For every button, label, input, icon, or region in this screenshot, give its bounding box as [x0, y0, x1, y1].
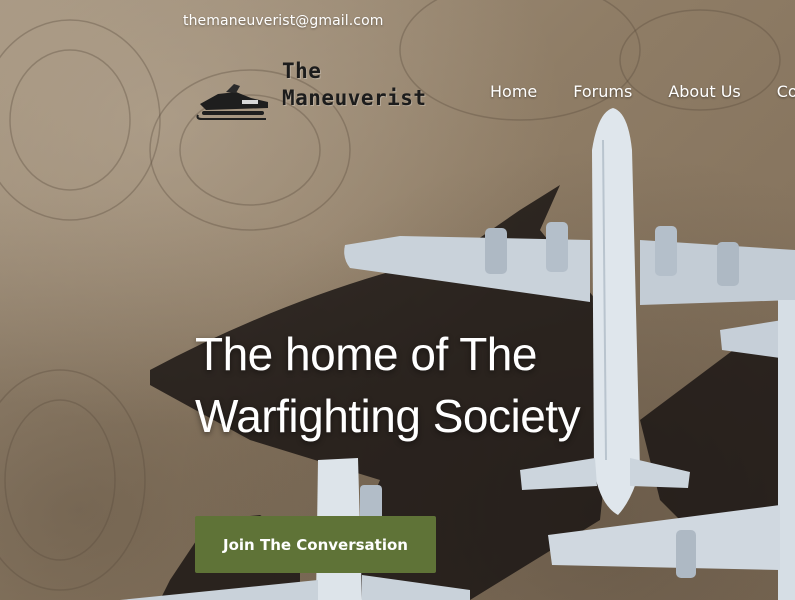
nav-contact[interactable]: Co: [777, 82, 795, 101]
snowmobile-logo-icon: [196, 84, 268, 120]
headline-line-2: Warfighting Society: [195, 390, 581, 442]
main-nav: Home Forums About Us Co: [490, 82, 795, 101]
nav-forums[interactable]: Forums: [573, 82, 632, 101]
site-logo[interactable]: The Maneuverist: [196, 56, 427, 120]
nav-about-us[interactable]: About Us: [668, 82, 740, 101]
logo-line-2: Maneuverist: [282, 86, 427, 110]
hero-headline: The home of The Warfighting Society: [195, 323, 715, 447]
join-conversation-button[interactable]: Join The Conversation: [195, 516, 436, 573]
logo-line-1: The: [282, 59, 322, 83]
headline-line-1: The home of The: [195, 328, 537, 380]
nav-home[interactable]: Home: [490, 82, 537, 101]
contact-email[interactable]: themaneuverist@gmail.com: [183, 13, 384, 29]
logo-text: The Maneuverist: [282, 58, 427, 112]
